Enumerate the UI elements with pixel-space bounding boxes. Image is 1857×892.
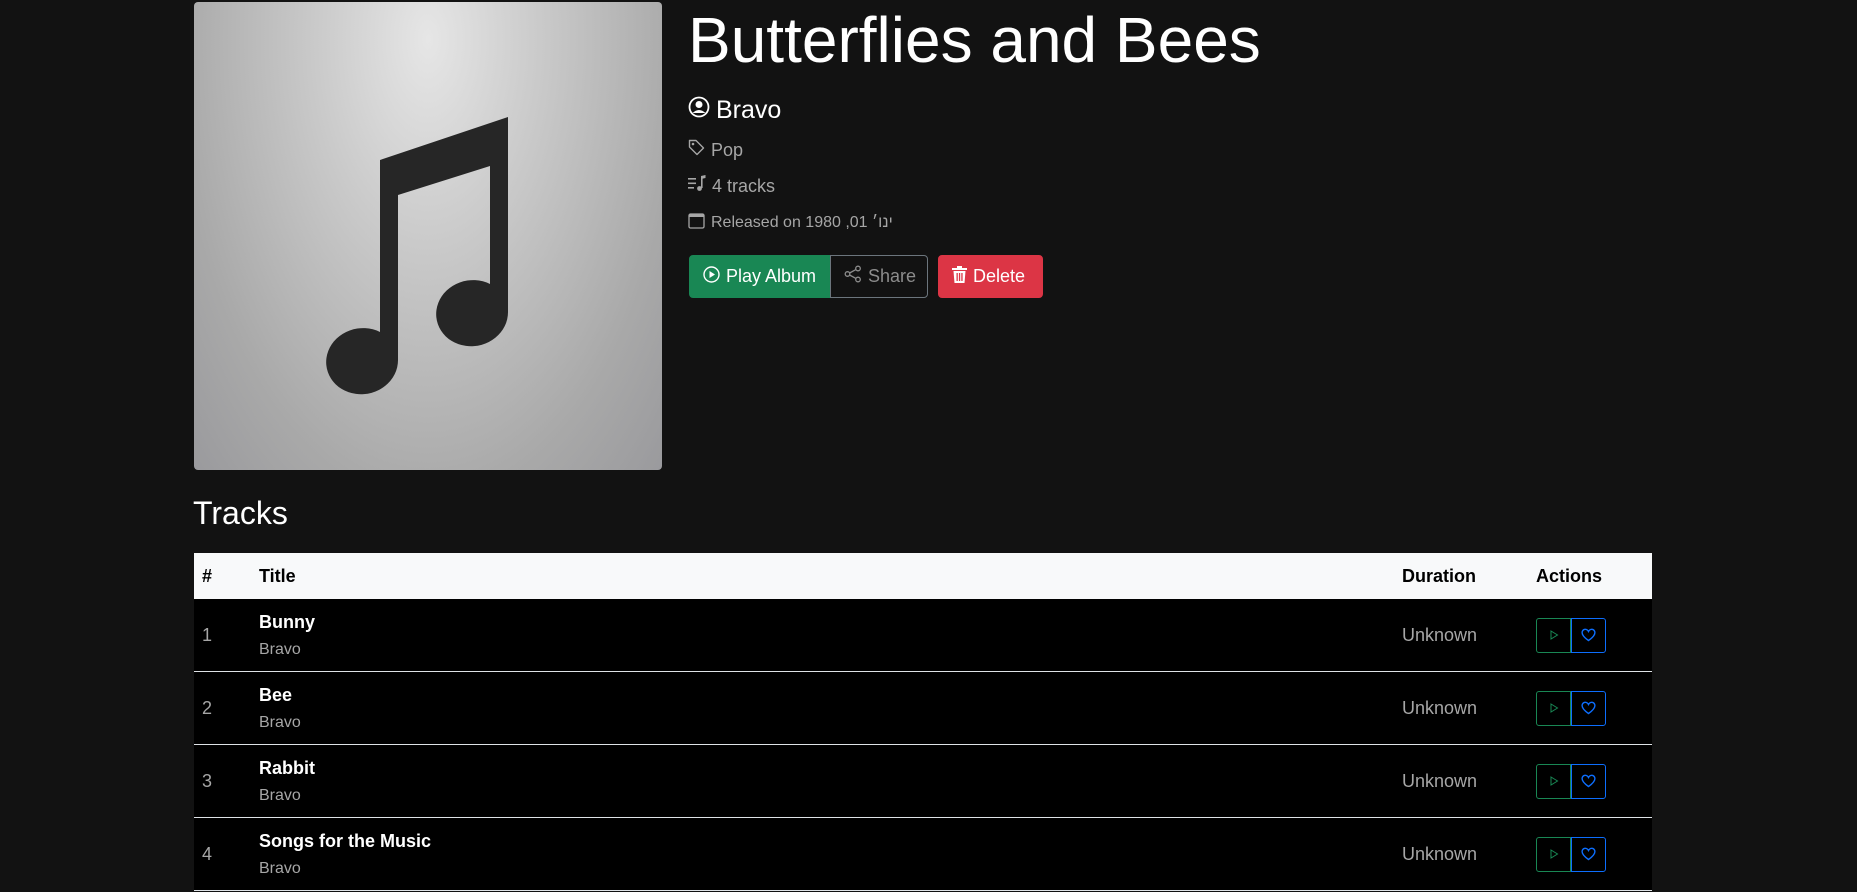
music-list-icon: [688, 175, 706, 197]
play-circle-icon: [703, 265, 720, 288]
calendar-icon: [688, 212, 705, 234]
play-album-label: Play Album: [726, 266, 817, 286]
track-title: Songs for the Music: [259, 830, 432, 851]
play-icon: [1550, 849, 1558, 859]
like-track-button[interactable]: [1571, 763, 1606, 799]
play-icon: [1550, 703, 1558, 713]
tracks-heading: Tracks: [193, 495, 288, 531]
tag-icon: [688, 139, 705, 161]
genre-label: Pop: [711, 139, 744, 160]
track-artist: Bravo: [259, 786, 301, 804]
like-track-button[interactable]: [1571, 836, 1606, 872]
table-header: # Title Duration Actions: [194, 553, 1652, 599]
track-count-row: 4 tracks: [688, 175, 775, 197]
play-icon: [1550, 776, 1558, 786]
column-header-title: Title: [259, 565, 296, 586]
column-header-duration: Duration: [1402, 565, 1476, 586]
heart-icon: [1581, 701, 1596, 715]
play-icon: [1550, 630, 1558, 640]
table-row: 4 Songs for the Music Bravo Unknown: [194, 818, 1652, 891]
table-row: 3 Rabbit Bravo Unknown: [194, 745, 1652, 818]
track-duration: Unknown: [1402, 843, 1478, 864]
column-header-number: #: [202, 565, 213, 586]
heart-icon: [1581, 774, 1596, 788]
track-number: 4: [202, 843, 213, 864]
release-date: Released on ינו׳ 01, 1980: [711, 214, 893, 231]
track-number: 2: [202, 697, 213, 718]
delete-button[interactable]: Delete: [938, 255, 1043, 298]
album-cover: [194, 2, 662, 470]
track-title: Bee: [259, 684, 293, 705]
play-track-button[interactable]: [1536, 836, 1571, 872]
play-track-button[interactable]: [1536, 617, 1571, 653]
share-label: Share: [868, 266, 917, 286]
album-action-group: Play Album Share: [689, 255, 928, 298]
track-artist: Bravo: [259, 640, 301, 658]
trash-icon: [952, 265, 967, 288]
track-title: Bunny: [259, 611, 315, 632]
artist-name: Bravo: [716, 96, 782, 124]
album-title: Butterflies and Bees: [688, 4, 1261, 76]
music-note-icon: [326, 117, 509, 395]
release-row: Released on ינו׳ 01, 1980: [688, 212, 893, 234]
heart-icon: [1581, 628, 1596, 642]
delete-label: Delete: [973, 266, 1026, 286]
table-row: 2 Bee Bravo Unknown: [194, 672, 1652, 745]
play-album-button[interactable]: Play Album: [689, 255, 830, 298]
table-row: 1 Bunny Bravo Unknown: [194, 599, 1652, 672]
track-artist: Bravo: [259, 859, 301, 877]
like-track-button[interactable]: [1571, 617, 1606, 653]
artist-link[interactable]: Bravo: [688, 96, 781, 125]
column-header-actions: Actions: [1536, 565, 1603, 586]
genre-row: Pop: [688, 139, 743, 161]
share-icon: [844, 265, 862, 288]
album-page: Butterflies and Bees Bravo Pop 4 tracks …: [0, 0, 1857, 892]
track-count: 4 tracks: [712, 175, 776, 196]
track-number: 3: [202, 770, 213, 791]
track-number: 1: [202, 624, 213, 645]
like-track-button[interactable]: [1571, 690, 1606, 726]
play-track-button[interactable]: [1536, 690, 1571, 726]
play-track-button[interactable]: [1536, 763, 1571, 799]
track-duration: Unknown: [1402, 697, 1478, 718]
track-title: Rabbit: [259, 757, 315, 778]
track-duration: Unknown: [1402, 624, 1478, 645]
track-duration: Unknown: [1402, 770, 1478, 791]
track-artist: Bravo: [259, 713, 301, 731]
heart-icon: [1581, 847, 1596, 861]
person-circle-icon: [688, 96, 710, 125]
tracks-table: # Title Duration Actions 1 Bunny Bravo U…: [194, 553, 1652, 891]
share-button[interactable]: Share: [830, 255, 928, 298]
